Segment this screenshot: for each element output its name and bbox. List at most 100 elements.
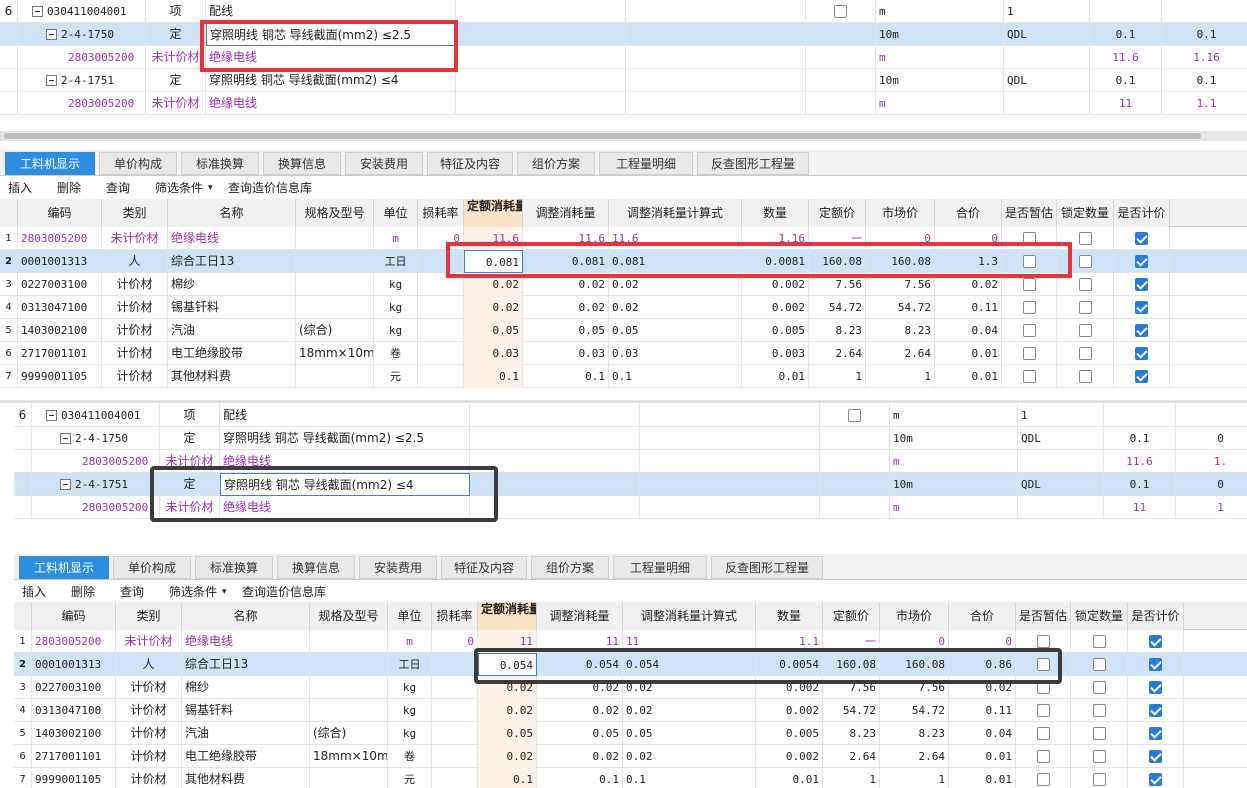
- tree-cell-v1[interactable]: 1: [1004, 0, 1090, 23]
- header-8[interactable]: 调整消耗量: [537, 602, 623, 630]
- detail-cell-spec[interactable]: [296, 296, 374, 319]
- detail-cell-price[interactable]: 8.23: [823, 722, 880, 745]
- detail-cell-loss[interactable]: [432, 699, 478, 722]
- detail-cell-code[interactable]: 2717001101: [18, 342, 102, 365]
- detail-cell-unit[interactable]: 卷: [388, 745, 432, 768]
- detail-cell-adj[interactable]: 0.05: [523, 319, 609, 342]
- detail-cell-name[interactable]: 电工绝缘胶带: [168, 342, 296, 365]
- estimate-checkbox[interactable]: [1036, 704, 1050, 717]
- detail-cell-price[interactable]: 2.64: [823, 745, 880, 768]
- header-5[interactable]: 单位: [374, 199, 418, 227]
- tree-cell-type[interactable]: 定: [146, 69, 206, 92]
- detail-cell-code[interactable]: 0313047100: [32, 699, 116, 722]
- detail-cell-name[interactable]: 绝缘电线: [168, 227, 296, 250]
- tree-cell-blank2[interactable]: [626, 23, 806, 46]
- tree-cell-code[interactable]: 2-4-1750: [32, 427, 160, 450]
- tree-cell-v2[interactable]: 0.1: [1090, 69, 1162, 92]
- detail-cell-cat[interactable]: 计价材: [102, 296, 168, 319]
- detail-row[interactable]: 62717001101计价材电工绝缘胶带18mm×10m…卷0.030.030.…: [0, 342, 1247, 365]
- detail-cell-est[interactable]: [1002, 319, 1057, 342]
- tree-cell-blank1[interactable]: [470, 427, 640, 450]
- tree-cell-code[interactable]: 030411004001: [18, 0, 146, 23]
- tree-cell-unit[interactable]: 10m: [876, 69, 1004, 92]
- detail-row[interactable]: 5 1403002100 计价材 汽油 (综合) kg 0.05 0.05 0.05 0.005 8…: [14, 722, 1247, 745]
- tab-6[interactable]: 特征及内容: [441, 556, 527, 579]
- tree-cell-v2[interactable]: 0.1: [1104, 427, 1176, 450]
- tree-row[interactable]: 2-4-1750 定穿照明线 铜芯 导线截面(mm2) ≤2.5 10m QDL 0.1…: [0, 23, 1247, 46]
- detail-cell-cat[interactable]: 计价材: [102, 319, 168, 342]
- detail-cell-formula[interactable]: 0.02: [623, 745, 756, 768]
- detail-cell-cat[interactable]: 计价材: [116, 676, 182, 699]
- lock-checkbox[interactable]: [1078, 301, 1092, 314]
- chevron-down-icon[interactable]: ▾: [222, 582, 227, 602]
- detail-cell-code[interactable]: 0227003100: [32, 676, 116, 699]
- tree-row[interactable]: 2803005200 未计价材 绝缘电线 m 11.6 1.16: [0, 46, 1247, 69]
- detail-cell-market[interactable]: 54.72: [866, 296, 935, 319]
- collapse-icon[interactable]: [46, 410, 57, 421]
- detail-cell-formula[interactable]: 0.05: [623, 722, 756, 745]
- detail-cell-qty[interactable]: 0.1: [464, 365, 523, 388]
- tree-cell-v2[interactable]: 0.1: [1090, 23, 1162, 46]
- toolbar-button-4[interactable]: 筛选条件: [155, 178, 203, 198]
- estimate-checkbox[interactable]: [1022, 370, 1036, 383]
- detail-cell-name[interactable]: 汽油: [182, 722, 310, 745]
- detail-cell-amount[interactable]: 0.003: [742, 342, 809, 365]
- tab-9[interactable]: 反查图形工程量: [711, 556, 823, 579]
- lock-checkbox[interactable]: [1078, 232, 1092, 245]
- detail-cell-market[interactable]: 1: [866, 365, 935, 388]
- detail-cell-code[interactable]: 9999001105: [18, 365, 102, 388]
- detail-cell-est[interactable]: [1002, 365, 1057, 388]
- tree-cell-chk[interactable]: [820, 473, 890, 496]
- header-3[interactable]: 名称: [168, 199, 296, 227]
- detail-cell-price[interactable]: 54.72: [809, 296, 866, 319]
- detail-cell-spec[interactable]: [296, 273, 374, 296]
- detail-cell-calc[interactable]: [1128, 699, 1184, 722]
- detail-cell-adj[interactable]: 0.02: [523, 296, 609, 319]
- detail-cell-unit[interactable]: kg: [388, 722, 432, 745]
- detail-cell-amount[interactable]: 0.01: [742, 365, 809, 388]
- detail-row[interactable]: 62717001101计价材电工绝缘胶带18mm×10m…卷0.020.020.…: [14, 745, 1247, 768]
- horizontal-scrollbar[interactable]: [0, 131, 1247, 141]
- detail-cell-code[interactable]: 2717001101: [32, 745, 116, 768]
- tree-cell-v3[interactable]: 1.16: [1162, 46, 1247, 69]
- header-13[interactable]: 合价: [935, 199, 1002, 227]
- lock-checkbox[interactable]: [1078, 255, 1092, 268]
- tree-cell-name[interactable]: 穿照明线 铜芯 导线截面(mm2) ≤4: [206, 69, 456, 92]
- header-11[interactable]: 定额价: [823, 602, 880, 630]
- tree-cell-v2[interactable]: 0.1: [1104, 473, 1176, 496]
- toolbar-button-5[interactable]: 查询造价信息库: [228, 178, 312, 198]
- header-6[interactable]: 损耗率: [432, 602, 478, 630]
- tree-cell-v3[interactable]: 1: [1176, 496, 1247, 519]
- tree-cell-type[interactable]: 定: [146, 23, 206, 46]
- detail-cell-calc[interactable]: [1114, 273, 1170, 296]
- tree-cell-v3[interactable]: 0: [1176, 427, 1247, 450]
- collapse-icon[interactable]: [46, 29, 57, 40]
- detail-cell-name[interactable]: 电工绝缘胶带: [182, 745, 310, 768]
- tree-cell-blank2[interactable]: [640, 496, 820, 519]
- tab-1[interactable]: 工料机显示: [5, 152, 95, 175]
- detail-cell-spec[interactable]: 18mm×10m…: [296, 342, 374, 365]
- tree-cell-type[interactable]: 未计价材: [146, 92, 206, 115]
- tree-cell-chk[interactable]: [806, 92, 876, 115]
- detail-cell-lock[interactable]: [1057, 319, 1114, 342]
- detail-cell-market[interactable]: 54.72: [880, 699, 949, 722]
- tree-cell-name[interactable]: 绝缘电线: [206, 92, 456, 115]
- checkbox[interactable]: [848, 409, 861, 422]
- detail-cell-est[interactable]: [1002, 342, 1057, 365]
- tree-cell-blank1[interactable]: [456, 69, 626, 92]
- tree-cell-blank1[interactable]: [456, 0, 626, 23]
- priced-checkbox[interactable]: [1149, 658, 1162, 671]
- tree-cell-v2[interactable]: 11: [1104, 496, 1176, 519]
- toolbar-button-3[interactable]: 查询: [106, 178, 130, 198]
- header-7[interactable]: 定额消耗量: [464, 199, 523, 227]
- tree-cell-v1[interactable]: QDL: [1018, 427, 1104, 450]
- priced-checkbox[interactable]: [1135, 370, 1148, 383]
- detail-cell-spec[interactable]: [310, 676, 388, 699]
- toolbar-button-1[interactable]: 插入: [8, 178, 32, 198]
- toolbar-button-5[interactable]: 查询造价信息库: [242, 582, 326, 602]
- detail-cell-code[interactable]: 1403002100: [18, 319, 102, 342]
- detail-cell-total[interactable]: 0.11: [949, 699, 1016, 722]
- detail-cell-total[interactable]: 0.01: [949, 768, 1016, 788]
- tree-cell-unit[interactable]: m: [876, 0, 1004, 23]
- detail-cell-name[interactable]: 综合工日13: [168, 250, 296, 273]
